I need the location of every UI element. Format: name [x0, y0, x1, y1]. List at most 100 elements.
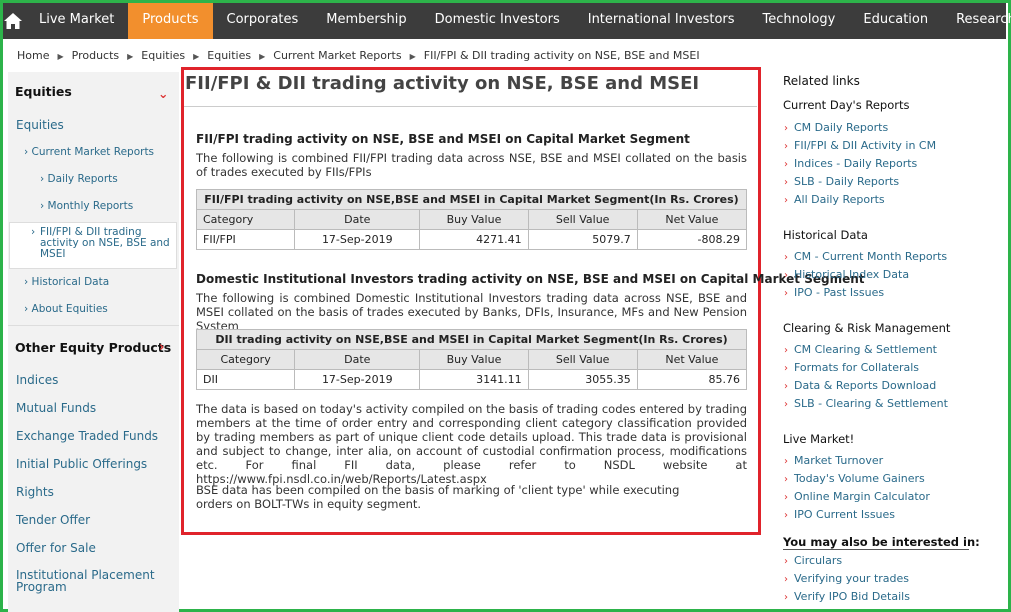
nav-technology[interactable]: Technology — [749, 3, 850, 39]
fii-table-caption: FII/FPI trading activity on NSE,BSE and … — [196, 189, 747, 210]
sidebar-heading[interactable]: Equities — [15, 84, 72, 99]
related-link-label: Data & Reports Download — [794, 379, 937, 392]
sidebar-item-indices[interactable]: Indices — [16, 373, 58, 387]
nav-membership[interactable]: Membership — [312, 3, 420, 39]
related-link[interactable]: › Market Turnover — [784, 454, 883, 467]
breadcrumb-home[interactable]: Home — [17, 49, 49, 62]
related-group-title: Historical Data — [783, 228, 868, 242]
top-nav: Live Market Products Corporates Membersh… — [3, 3, 1011, 39]
sidebar-other-heading[interactable]: Other Equity Products — [15, 340, 171, 355]
related-link[interactable]: › All Daily Reports — [784, 193, 885, 206]
sidebar-item-label: About Equities — [31, 303, 108, 315]
sidebar-item-tender-offer[interactable]: Tender Offer — [16, 513, 90, 527]
dii-section-heading: Domestic Institutional Investors trading… — [196, 272, 865, 286]
table-cell: 3141.11 — [419, 369, 529, 390]
related-link[interactable]: › SLB - Daily Reports — [784, 175, 899, 188]
sidebar-item-daily-reports[interactable]: › Daily Reports — [40, 173, 118, 185]
chevron-right-icon[interactable]: › — [159, 340, 164, 355]
table-cell: 3055.35 — [527, 369, 638, 390]
breadcrumb-equities-sub[interactable]: Equities — [207, 49, 251, 62]
sidebar-equities-link[interactable]: Equities — [16, 118, 64, 132]
fii-table: FII/FPI trading activity on NSE,BSE and … — [195, 189, 748, 250]
column-header: Net Value — [636, 349, 748, 370]
chevron-right-icon: › — [784, 456, 788, 467]
sidebar-item-mutual-funds[interactable]: Mutual Funds — [16, 401, 96, 415]
nav-international-investors[interactable]: International Investors — [574, 3, 749, 39]
related-link[interactable]: › IPO - Past Issues — [784, 286, 884, 299]
chevron-right-icon: › — [784, 399, 788, 410]
fii-description: The following is combined FII/FPI tradin… — [196, 151, 747, 179]
chevron-right-icon: › — [784, 556, 788, 567]
sidebar-item-current-page[interactable]: › FII/FPI & DII trading activity on NSE, … — [9, 222, 177, 269]
sidebar-item-etf[interactable]: Exchange Traded Funds — [16, 429, 158, 443]
related-link[interactable]: › Verifying your trades — [784, 572, 909, 585]
fii-section-heading: FII/FPI trading activity on NSE, BSE and… — [196, 132, 690, 146]
sidebar-other-heading-label: Other Equity Products — [15, 340, 172, 355]
table-cell: 85.76 — [636, 369, 748, 390]
related-link[interactable]: › CM - Current Month Reports — [784, 250, 947, 263]
interest-divider — [783, 549, 969, 550]
sidebar-item-institutional-placement[interactable]: Institutional Placement Program — [16, 569, 166, 593]
related-link-label: Formats for Collaterals — [794, 361, 920, 374]
chevron-right-icon: › — [784, 195, 788, 206]
dii-description: The following is combined Domestic Insti… — [196, 291, 747, 333]
breadcrumb-products[interactable]: Products — [72, 49, 120, 62]
related-link[interactable]: › Data & Reports Download — [784, 379, 936, 392]
column-header: Date — [294, 349, 421, 370]
nav-products[interactable]: Products — [128, 3, 213, 39]
related-link-label: Verify IPO Bid Details — [794, 590, 910, 603]
bse-note-line2: orders on BOLT-TWs in equity segment. — [196, 497, 422, 511]
column-header: Category — [195, 349, 296, 370]
related-link[interactable]: › Indices - Daily Reports — [784, 157, 917, 170]
sidebar-item-label: Monthly Reports — [47, 200, 134, 212]
related-link[interactable]: › IPO Current Issues — [784, 508, 895, 521]
chevron-right-icon: ▶ — [409, 52, 416, 61]
breadcrumb-current-market-reports[interactable]: Current Market Reports — [273, 49, 401, 62]
chevron-right-icon: › — [31, 226, 36, 238]
chevron-right-icon: ▶ — [259, 52, 266, 61]
sidebar-item-historical-data[interactable]: › Historical Data — [24, 276, 109, 288]
related-link[interactable]: › FII/FPI & DII Activity in CM — [784, 139, 936, 152]
related-link-label: CM Clearing & Settlement — [794, 343, 937, 356]
chevron-down-icon[interactable]: ⌄ — [158, 86, 168, 101]
nav-corporates[interactable]: Corporates — [213, 3, 313, 39]
related-link-label: Today's Volume Gainers — [794, 472, 925, 485]
nav-live-market[interactable]: Live Market — [23, 3, 128, 39]
related-link[interactable]: › Online Margin Calculator — [784, 490, 930, 503]
column-header: Category — [195, 209, 296, 230]
chevron-right-icon: › — [784, 252, 788, 263]
related-link-label: All Daily Reports — [794, 193, 885, 206]
table-row: FII/FPI 17-Sep-2019 4271.41 5079.7 -808.… — [195, 229, 748, 250]
bse-note-line1: BSE data has been compiled on the basis … — [196, 483, 680, 497]
nav-domestic-investors[interactable]: Domestic Investors — [421, 3, 574, 39]
sidebar-item-offer-for-sale[interactable]: Offer for Sale — [16, 541, 96, 555]
sidebar-item-ipo[interactable]: Initial Public Offerings — [16, 457, 147, 471]
home-icon[interactable] — [3, 3, 23, 39]
related-link[interactable]: › Today's Volume Gainers — [784, 472, 925, 485]
chevron-right-icon: › — [784, 123, 788, 134]
related-link[interactable]: › Historical Index Data — [784, 268, 909, 281]
related-link-label: CM Daily Reports — [794, 121, 889, 134]
related-link-label: SLB - Clearing & Settlement — [794, 397, 948, 410]
related-link-label: Indices - Daily Reports — [794, 157, 918, 170]
related-link[interactable]: › Verify IPO Bid Details — [784, 590, 910, 603]
chevron-right-icon: › — [784, 270, 788, 281]
related-link[interactable]: › Circulars — [784, 554, 842, 567]
related-link[interactable]: › CM Clearing & Settlement — [784, 343, 937, 356]
table-cell: 5079.7 — [527, 229, 638, 250]
sidebar-item-rights[interactable]: Rights — [16, 485, 54, 499]
related-link[interactable]: › CM Daily Reports — [784, 121, 888, 134]
chevron-right-icon: › — [784, 474, 788, 485]
related-group-title: Clearing & Risk Management — [783, 321, 951, 335]
sidebar-item-about-equities[interactable]: › About Equities — [24, 303, 108, 315]
sidebar-item-monthly-reports[interactable]: › Monthly Reports — [40, 200, 133, 212]
chevron-right-icon: ▶ — [193, 52, 200, 61]
breadcrumb-equities[interactable]: Equities — [141, 49, 185, 62]
related-link[interactable]: › SLB - Clearing & Settlement — [784, 397, 948, 410]
interest-heading: You may also be interested in: — [783, 535, 980, 549]
chevron-right-icon: › — [784, 141, 788, 152]
nav-research[interactable]: Research — [942, 3, 1011, 39]
sidebar-item-current-market-reports[interactable]: › Current Market Reports — [24, 146, 154, 158]
related-link[interactable]: › Formats for Collaterals — [784, 361, 919, 374]
nav-education[interactable]: Education — [849, 3, 942, 39]
